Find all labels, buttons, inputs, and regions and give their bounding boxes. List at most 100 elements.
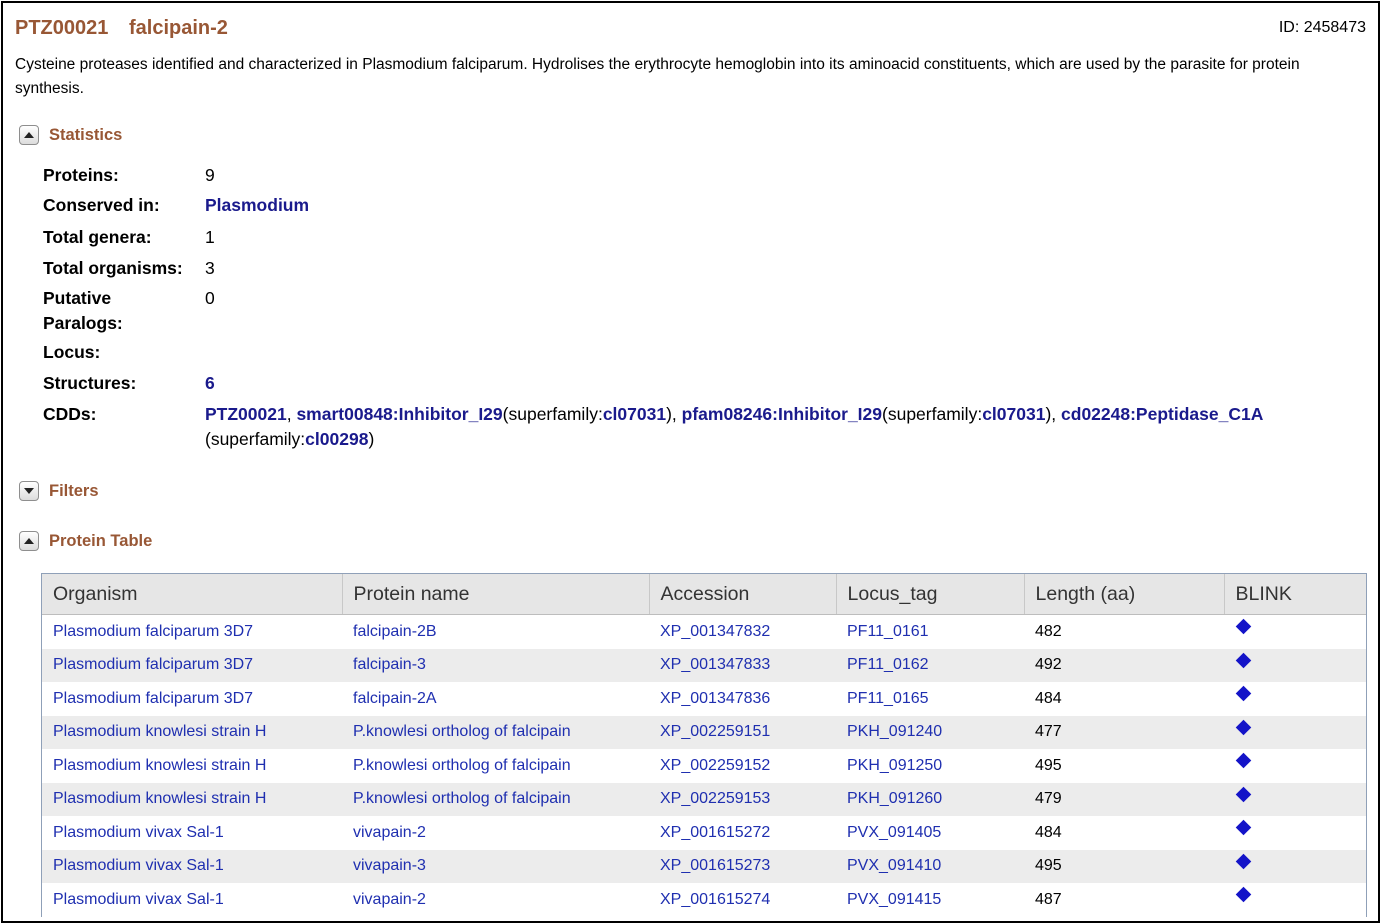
accession-link[interactable]: XP_001347832 — [660, 623, 770, 640]
collapse-toggle-button[interactable] — [19, 531, 39, 551]
locus-label: Locus: — [43, 342, 101, 362]
paralogs-value: 0 — [205, 288, 215, 308]
protein-name-link[interactable]: falcipain-2B — [353, 623, 437, 640]
cdd-link[interactable]: pfam08246:Inhibitor_I29 — [682, 404, 882, 424]
diamond-icon[interactable] — [1235, 853, 1252, 869]
length-cell: 477 — [1024, 715, 1224, 749]
organism-link[interactable]: Plasmodium falciparum 3D7 — [53, 656, 253, 673]
table-row: Plasmodium knowlesi strain H P.knowlesi … — [42, 715, 1366, 749]
structures-label: Structures: — [43, 373, 137, 393]
accession-link[interactable]: XP_001347836 — [660, 690, 770, 707]
paralogs-label-1: Putative — [43, 288, 112, 308]
organism-link[interactable]: Plasmodium knowlesi strain H — [53, 757, 266, 774]
protein-name-link[interactable]: P.knowlesi ortholog of falcipain — [353, 723, 571, 740]
length-cell: 482 — [1035, 622, 1062, 640]
accession-link[interactable]: XP_001615272 — [660, 824, 770, 841]
filters-title: Filters — [49, 481, 99, 500]
locus-tag-link[interactable]: PKH_091260 — [847, 790, 942, 807]
table-row: Plasmodium falciparum 3D7 falcipain-3 XP… — [42, 648, 1366, 682]
column-header-accession[interactable]: Accession — [649, 574, 837, 615]
expand-toggle-button[interactable] — [19, 481, 39, 501]
locus-tag-link[interactable]: PF11_0162 — [847, 656, 929, 673]
filters-section-header[interactable]: Filters — [19, 478, 99, 504]
organisms-label: Total organisms: — [43, 258, 183, 278]
cdd-link[interactable]: cd02248:Peptidase_C1A — [1061, 404, 1263, 424]
cdds-label: CDDs: — [43, 404, 97, 424]
protein-name-link[interactable]: vivapain-2 — [353, 891, 426, 908]
organism-link[interactable]: Plasmodium vivax Sal-1 — [53, 891, 224, 908]
organism-link[interactable]: Plasmodium falciparum 3D7 — [53, 623, 253, 640]
locus-tag-link[interactable]: PVX_091415 — [847, 891, 941, 908]
length-cell: 479 — [1024, 782, 1224, 816]
collapse-toggle-button[interactable] — [19, 125, 39, 145]
structures-link[interactable]: 6 — [205, 373, 215, 393]
diamond-icon[interactable] — [1235, 652, 1252, 668]
table-header-row: Organism Protein name Accession Locus_ta… — [42, 574, 1366, 615]
table-row: Plasmodium knowlesi strain H P.knowlesi … — [42, 782, 1366, 816]
cdd-link[interactable]: PTZ00021 — [205, 404, 287, 424]
diamond-icon[interactable] — [1235, 618, 1252, 635]
superfamily-link[interactable]: cl07031 — [982, 404, 1045, 424]
genera-label: Total genera: — [43, 227, 152, 247]
diamond-icon[interactable] — [1235, 752, 1252, 769]
accession-link[interactable]: XP_002259152 — [660, 757, 770, 774]
organisms-value: 3 — [205, 258, 215, 278]
protein-name-link[interactable]: vivapain-3 — [353, 857, 426, 874]
organism-link[interactable]: Plasmodium vivax Sal-1 — [53, 857, 224, 874]
cdd-separator: , — [286, 404, 297, 424]
length-cell: 495 — [1024, 849, 1224, 883]
cdds-list: PTZ00021, smart00848:Inhibitor_I29 (super… — [205, 402, 1355, 452]
diamond-icon[interactable] — [1235, 786, 1252, 802]
statistics-title: Statistics — [49, 125, 123, 144]
locus-tag-link[interactable]: PVX_091405 — [847, 824, 941, 841]
diamond-icon[interactable] — [1235, 819, 1252, 836]
diamond-icon[interactable] — [1235, 719, 1252, 735]
column-header-length[interactable]: Length (aa) — [1024, 574, 1225, 615]
proteins-label: Proteins: — [43, 165, 119, 185]
locus-tag-link[interactable]: PVX_091410 — [847, 857, 941, 874]
conserved-value: Plasmodium — [205, 193, 309, 217]
accession-link[interactable]: XP_002259153 — [660, 790, 770, 807]
page-frame: PTZ00021 falcipain-2 ID: 2458473 Cystein… — [1, 1, 1380, 923]
organism-link[interactable]: Plasmodium knowlesi strain H — [53, 723, 266, 740]
table-row: Plasmodium falciparum 3D7 falcipain-2A X… — [42, 682, 1366, 716]
column-header-locus-tag[interactable]: Locus_tag — [836, 574, 1025, 615]
protein-name-link[interactable]: falcipain-2A — [353, 690, 437, 707]
length-cell: 484 — [1035, 689, 1062, 707]
table-row: Plasmodium vivax Sal-1 vivapain-3 XP_001… — [42, 849, 1366, 883]
locus-tag-link[interactable]: PKH_091250 — [847, 757, 942, 774]
diamond-icon[interactable] — [1235, 685, 1252, 702]
length-cell: 484 — [1035, 823, 1062, 841]
locus-tag-link[interactable]: PF11_0161 — [847, 623, 929, 640]
superfamily-link[interactable]: cl00298 — [305, 429, 368, 449]
locus-tag-link[interactable]: PKH_091240 — [847, 723, 942, 740]
length-cell: 492 — [1024, 648, 1224, 682]
column-header-organism[interactable]: Organism — [42, 574, 343, 615]
page-title-accession: PTZ00021 — [15, 17, 109, 39]
accession-link[interactable]: XP_001615274 — [660, 891, 770, 908]
protein-name-link[interactable]: vivapain-2 — [353, 824, 426, 841]
triangle-up-icon — [24, 132, 34, 138]
protein-table-section-header[interactable]: Protein Table — [19, 528, 152, 554]
cdd-link[interactable]: smart00848:Inhibitor_I29 — [296, 404, 502, 424]
accession-link[interactable]: XP_001615273 — [660, 857, 770, 874]
accession-link[interactable]: XP_001347833 — [660, 656, 770, 673]
locus-tag-link[interactable]: PF11_0165 — [847, 690, 929, 707]
conserved-link[interactable]: Plasmodium — [205, 195, 309, 215]
accession-link[interactable]: XP_002259151 — [660, 723, 770, 740]
organism-link[interactable]: Plasmodium falciparum 3D7 — [53, 690, 253, 707]
cdd-separator: ) — [368, 429, 375, 449]
protein-name-link[interactable]: P.knowlesi ortholog of falcipain — [353, 790, 571, 807]
protein-name-link[interactable]: falcipain-3 — [353, 656, 426, 673]
superfamily-link[interactable]: cl07031 — [603, 404, 666, 424]
protein-name-link[interactable]: P.knowlesi ortholog of falcipain — [353, 757, 571, 774]
organism-link[interactable]: Plasmodium vivax Sal-1 — [53, 824, 224, 841]
superfamily-text: (superfamily: — [882, 404, 983, 424]
proteins-value: 9 — [205, 165, 215, 185]
statistics-section-header[interactable]: Statistics — [19, 122, 122, 148]
column-header-blink[interactable]: BLINK — [1224, 574, 1366, 615]
column-header-protein-name[interactable]: Protein name — [342, 574, 650, 615]
diamond-icon[interactable] — [1235, 886, 1252, 903]
record-id: ID: 2458473 — [1278, 19, 1366, 36]
organism-link[interactable]: Plasmodium knowlesi strain H — [53, 790, 266, 807]
